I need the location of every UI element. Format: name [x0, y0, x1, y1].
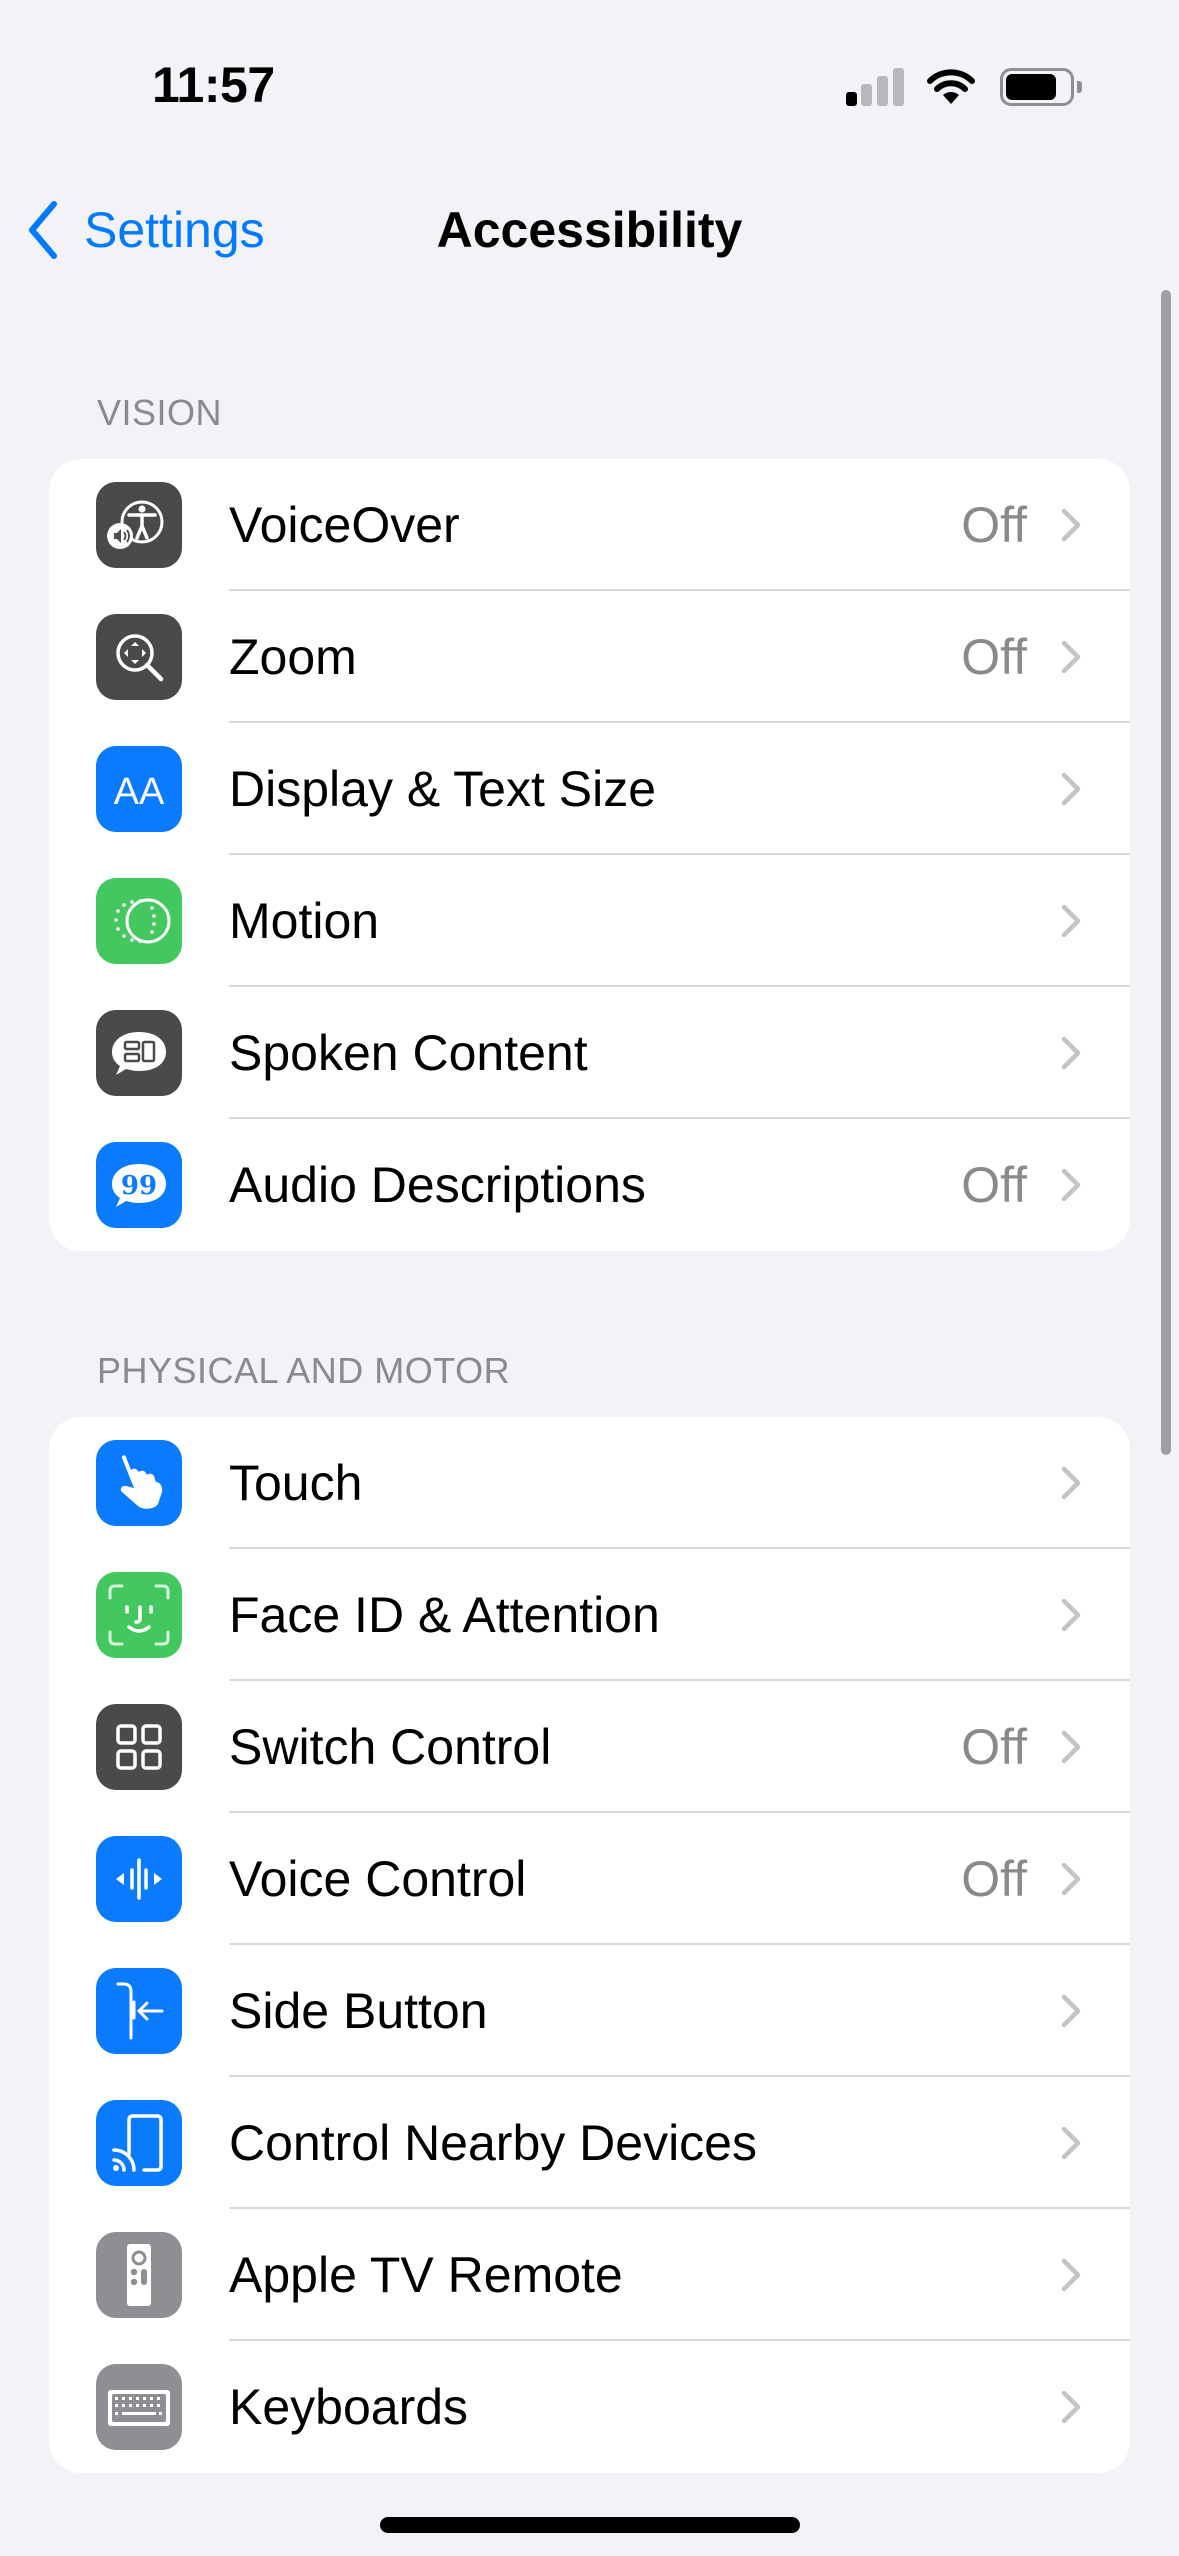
voice-control-icon	[96, 1836, 182, 1922]
display-text-size-icon: AA	[96, 746, 182, 832]
physical-motor-settings-group: Touch Face ID & Attention Switch Control Of…	[49, 1417, 1130, 2473]
section-header-vision: VISION	[97, 392, 223, 433]
scrollbar[interactable]	[1161, 290, 1171, 1455]
chevron-right-icon	[1061, 904, 1081, 938]
chevron-right-icon	[1061, 772, 1081, 806]
row-label: Apple TV Remote	[229, 2247, 623, 2303]
chevron-right-icon	[1061, 2390, 1081, 2424]
row-label: Voice Control	[229, 1851, 527, 1907]
apple-tv-remote-icon	[96, 2232, 182, 2318]
chevron-right-icon	[1061, 508, 1081, 542]
chevron-right-icon	[1061, 1168, 1081, 1202]
cellular-signal-icon	[846, 68, 904, 106]
chevron-right-icon	[1061, 1862, 1081, 1896]
settings-row-voice-control[interactable]: Voice Control Off	[49, 1813, 1130, 1945]
row-label: Face ID & Attention	[229, 1587, 660, 1643]
row-label: Control Nearby Devices	[229, 2115, 757, 2171]
row-value: Off	[961, 1157, 1027, 1213]
side-button-icon	[96, 1968, 182, 2054]
row-label: Keyboards	[229, 2379, 469, 2435]
row-value: Off	[961, 497, 1027, 553]
chevron-right-icon	[1061, 640, 1081, 674]
row-label: Audio Descriptions	[229, 1157, 646, 1213]
settings-row-face-id-and-attention[interactable]: Face ID & Attention	[49, 1549, 1130, 1681]
chevron-right-icon	[1061, 1730, 1081, 1764]
row-label: Zoom	[229, 629, 357, 685]
chevron-right-icon	[1061, 1466, 1081, 1500]
settings-row-spoken-content[interactable]: Spoken Content	[49, 987, 1130, 1119]
row-label: Touch	[229, 1455, 363, 1511]
settings-row-side-button[interactable]: Side Button	[49, 1945, 1130, 2077]
row-label: Motion	[229, 893, 380, 949]
row-value: Off	[961, 1719, 1027, 1775]
chevron-right-icon	[1061, 2258, 1081, 2292]
row-label: Switch Control	[229, 1719, 552, 1775]
settings-row-apple-tv-remote[interactable]: Apple TV Remote	[49, 2209, 1130, 2341]
settings-row-switch-control[interactable]: Switch Control Off	[49, 1681, 1130, 1813]
chevron-right-icon	[1061, 2126, 1081, 2160]
touch-icon	[96, 1440, 182, 1526]
wifi-icon	[927, 69, 975, 104]
status-time: 11:57	[152, 57, 275, 113]
battery-icon	[1000, 68, 1082, 106]
section-header-physical-motor: PHYSICAL AND MOTOR	[97, 1350, 511, 1391]
zoom-icon	[96, 614, 182, 700]
svg-text:99: 99	[121, 1171, 157, 1201]
audio-descriptions-icon: 99	[96, 1142, 182, 1228]
row-label: Display & Text Size	[229, 761, 657, 817]
chevron-right-icon	[1061, 1036, 1081, 1070]
settings-row-motion[interactable]: Motion	[49, 855, 1130, 987]
row-label: VoiceOver	[229, 497, 460, 553]
chevron-right-icon	[1061, 1598, 1081, 1632]
switch-control-icon	[96, 1704, 182, 1790]
settings-row-control-nearby-devices[interactable]: Control Nearby Devices	[49, 2077, 1130, 2209]
settings-row-touch[interactable]: Touch	[49, 1417, 1130, 1549]
settings-row-zoom[interactable]: Zoom Off	[49, 591, 1130, 723]
control-nearby-devices-icon	[96, 2100, 182, 2186]
svg-text:AA: AA	[114, 771, 165, 813]
chevron-right-icon	[1061, 1994, 1081, 2028]
row-value: Off	[961, 629, 1027, 685]
keyboard-icon	[96, 2364, 182, 2450]
row-label: Spoken Content	[229, 1025, 588, 1081]
settings-row-audio-descriptions[interactable]: 99 Audio Descriptions Off	[49, 1119, 1130, 1251]
voiceover-icon	[96, 482, 182, 568]
row-label: Side Button	[229, 1983, 488, 2039]
settings-row-display-and-text-size[interactable]: AA Display & Text Size	[49, 723, 1130, 855]
vision-settings-group: VoiceOver Off Zoom Off AA Display & Text Size…	[49, 459, 1130, 1251]
row-value: Off	[961, 1851, 1027, 1907]
face-id-icon	[96, 1572, 182, 1658]
settings-row-voiceover[interactable]: VoiceOver Off	[49, 459, 1130, 591]
home-indicator[interactable]	[380, 2517, 800, 2533]
page-title: Accessibility	[436, 202, 743, 258]
spoken-content-icon	[96, 1010, 182, 1096]
motion-icon	[96, 878, 182, 964]
settings-row-keyboards[interactable]: Keyboards	[49, 2341, 1130, 2473]
